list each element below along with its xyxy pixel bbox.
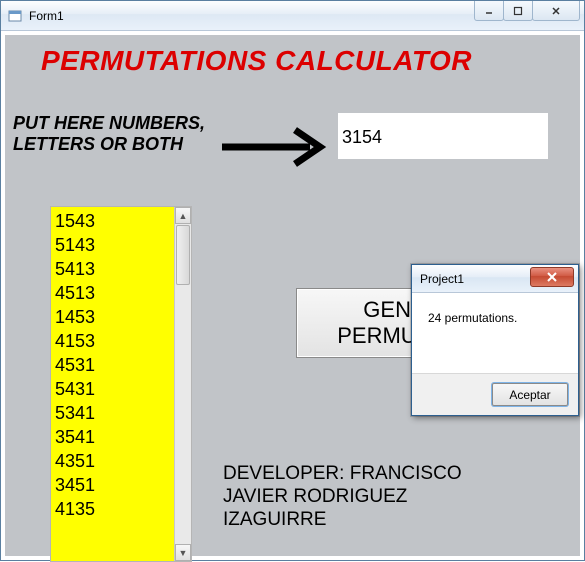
dialog-ok-button[interactable]: Aceptar [492, 383, 568, 406]
message-dialog: Project1 24 permutations. Aceptar [411, 264, 579, 416]
list-item[interactable]: 4531 [55, 353, 170, 377]
list-item[interactable]: 4135 [55, 497, 170, 521]
scroll-up-button[interactable]: ▲ [175, 207, 191, 224]
window-title: Form1 [29, 9, 64, 23]
minimize-button[interactable] [474, 1, 504, 21]
input-field[interactable] [338, 113, 548, 159]
scroll-thumb[interactable] [176, 225, 190, 285]
scroll-down-button[interactable]: ▼ [175, 544, 191, 561]
list-item[interactable]: 3451 [55, 473, 170, 497]
list-item[interactable]: 5341 [55, 401, 170, 425]
close-button[interactable] [532, 1, 580, 21]
developer-label: DEVELOPER: FRANCISCO JAVIER RODRIGUEZ IZ… [223, 463, 462, 531]
list-item[interactable]: 1543 [55, 209, 170, 233]
page-title: PERMUTATIONS CALCULATOR [41, 45, 472, 77]
list-item[interactable]: 4513 [55, 281, 170, 305]
dialog-close-button[interactable] [530, 267, 574, 287]
list-item[interactable]: 3541 [55, 425, 170, 449]
list-item[interactable]: 5143 [55, 233, 170, 257]
maximize-button[interactable] [503, 1, 533, 21]
instruction-label: PUT HERE NUMBERS, LETTERS OR BOTH [13, 113, 205, 154]
dialog-message: 24 permutations. [412, 293, 578, 373]
scrollbar[interactable]: ▲ ▼ [174, 207, 191, 561]
permutations-list-container: 1543514354134513145341534531543153413541… [50, 206, 192, 562]
list-item[interactable]: 5413 [55, 257, 170, 281]
list-item[interactable]: 4153 [55, 329, 170, 353]
dialog-title: Project1 [420, 272, 464, 286]
arrow-icon [220, 127, 330, 167]
list-item[interactable]: 1453 [55, 305, 170, 329]
window-buttons [475, 1, 580, 21]
permutations-list[interactable]: 1543514354134513145341534531543153413541… [51, 207, 174, 561]
list-item[interactable]: 5431 [55, 377, 170, 401]
app-icon [7, 8, 23, 24]
list-item[interactable]: 4351 [55, 449, 170, 473]
dialog-titlebar[interactable]: Project1 [412, 265, 578, 293]
titlebar[interactable]: Form1 [1, 1, 584, 31]
dialog-footer: Aceptar [412, 373, 578, 415]
